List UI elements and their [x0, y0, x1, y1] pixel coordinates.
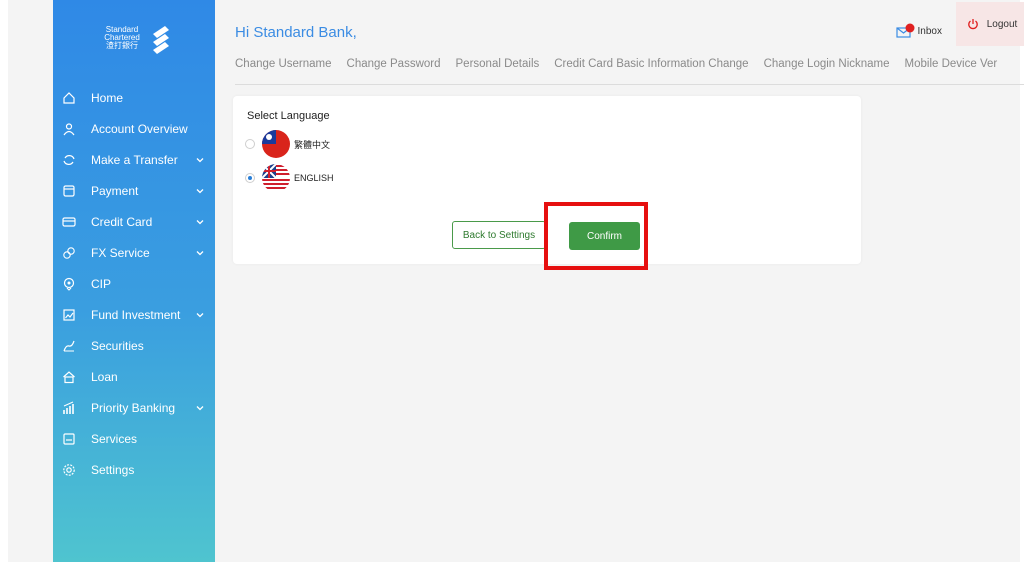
language-label: ENGLISH [294, 173, 334, 183]
sidebar-item-services[interactable]: Services [53, 423, 215, 454]
sidebar-item-fund-investment[interactable]: Fund Investment [53, 299, 215, 330]
tab-change-password[interactable]: Change Password [347, 58, 441, 84]
fx-icon [61, 245, 77, 261]
inbox-icon [895, 23, 915, 38]
sidebar-item-credit-card[interactable]: Credit Card [53, 206, 215, 237]
sidebar-item-label: Credit Card [91, 214, 153, 229]
card-title: Select Language [247, 110, 330, 122]
home-icon [61, 90, 77, 106]
confirm-highlight-box [544, 202, 648, 270]
taiwan-flag-icon [262, 130, 290, 158]
sidebar-item-label: Priority Banking [91, 400, 176, 415]
tab-change-username[interactable]: Change Username [235, 58, 332, 84]
sidebar-item-label: Fund Investment [91, 307, 181, 322]
sidebar-item-label: Home [91, 90, 124, 105]
payment-icon [61, 183, 77, 199]
sidebar-item-label: CIP [91, 276, 112, 291]
sidebar-item-payment[interactable]: Payment [53, 175, 215, 206]
loan-icon [61, 369, 77, 385]
language-option-english[interactable]: ENGLISH [245, 164, 334, 192]
transfer-icon [61, 152, 77, 168]
sidebar-nav: Home Account Overview Make a Transfer Pa… [53, 82, 215, 485]
chevron-down-icon [196, 250, 204, 255]
sidebar-item-label: Make a Transfer [91, 152, 178, 167]
logo-line-3: 渣打銀行 [106, 41, 138, 50]
sidebar-item-label: Payment [91, 183, 139, 198]
sidebar: Standard Chartered 渣打銀行 Home Account Ove… [53, 0, 215, 562]
sidebar-item-label: Loan [91, 369, 118, 384]
sidebar-item-make-a-transfer[interactable]: Make a Transfer [53, 144, 215, 175]
logout-label: Logout [986, 18, 1018, 30]
sidebar-item-label: FX Service [91, 245, 150, 260]
sidebar-item-cip[interactable]: CIP [53, 268, 215, 299]
tab-change-login-nickname[interactable]: Change Login Nickname [764, 58, 890, 84]
sidebar-item-priority-banking[interactable]: Priority Banking [53, 392, 215, 423]
sidebar-item-loan[interactable]: Loan [53, 361, 215, 392]
sidebar-item-settings[interactable]: Settings [53, 454, 215, 485]
power-icon [967, 19, 978, 30]
tab-mobile-device[interactable]: Mobile Device Ver [905, 58, 998, 84]
sidebar-item-home[interactable]: Home [53, 82, 215, 113]
radio-english[interactable] [245, 173, 255, 183]
back-to-settings-button[interactable]: Back to Settings [452, 221, 546, 249]
radio-chinese[interactable] [245, 139, 255, 149]
tab-personal-details[interactable]: Personal Details [456, 58, 540, 84]
language-option-chinese[interactable]: 繁體中文 [245, 130, 330, 158]
settings-tabs: Change Username Change Password Personal… [235, 58, 1024, 85]
bar-chart-icon [61, 400, 77, 416]
sidebar-item-account-overview[interactable]: Account Overview [53, 113, 215, 144]
chevron-down-icon [196, 405, 204, 410]
gear-icon [61, 462, 77, 478]
language-label: 繁體中文 [294, 139, 331, 150]
standard-chartered-logo[interactable]: Standard Chartered 渣打銀行 [97, 22, 177, 60]
chart-icon [61, 307, 77, 323]
inbox-button[interactable]: Inbox [895, 23, 942, 39]
services-icon [61, 431, 77, 447]
user-icon [61, 121, 77, 137]
chevron-down-icon [196, 157, 204, 162]
us-uk-flag-icon [262, 164, 290, 192]
sidebar-item-label: Services [91, 431, 138, 446]
chevron-down-icon [196, 312, 204, 317]
securities-icon [61, 338, 77, 354]
chevron-down-icon [196, 219, 204, 224]
greeting: Hi Standard Bank, [235, 24, 357, 41]
tab-credit-card-info-change[interactable]: Credit Card Basic Information Change [554, 58, 748, 84]
credit-card-icon [61, 214, 77, 230]
header-actions: Inbox Logout [895, 2, 1024, 46]
logout-button[interactable]: Logout [956, 2, 1024, 46]
sidebar-item-label: Securities [91, 338, 144, 353]
sidebar-item-securities[interactable]: Securities [53, 330, 215, 361]
logo-text: Standard Chartered 渣打銀行 [97, 26, 147, 50]
logo-mark-icon [153, 26, 169, 54]
cip-icon [61, 276, 77, 292]
main-content: Hi Standard Bank, Inbox Logout Change Us… [215, 0, 1024, 562]
inbox-label: Inbox [917, 25, 942, 37]
sidebar-item-label: Settings [91, 462, 135, 477]
app-frame: Standard Chartered 渣打銀行 Home Account Ove… [8, 0, 1024, 562]
sidebar-item-label: Account Overview [91, 121, 188, 136]
chevron-down-icon [196, 188, 204, 193]
sidebar-item-fx-service[interactable]: FX Service [53, 237, 215, 268]
